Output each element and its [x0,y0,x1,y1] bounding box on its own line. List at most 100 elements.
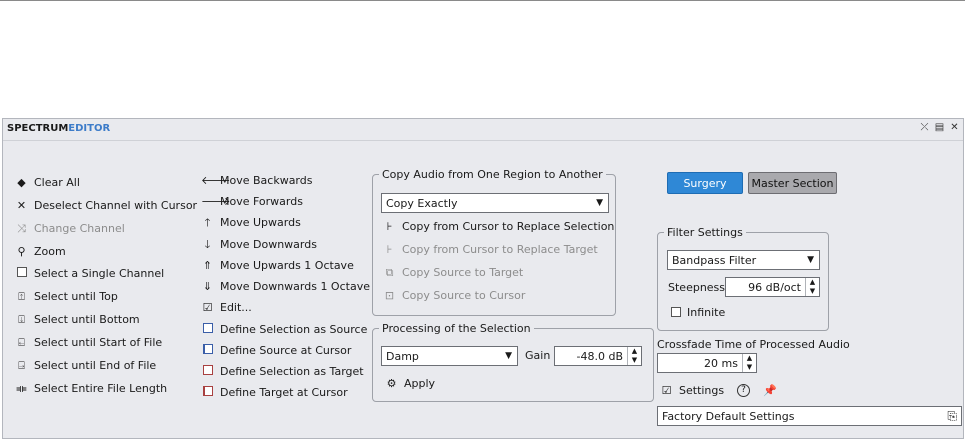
preset-menu-icon[interactable]: ⎘ [947,409,957,424]
collapse-icon[interactable]: ⤫ [919,122,930,133]
infinite-checkbox[interactable]: Infinite [671,304,725,320]
processing-mode-select[interactable]: Damp ▼ [381,346,518,366]
select-all-icon: ⟚ [16,381,27,395]
panel-titlebar: SPECTRUMEDITOR ⤫ ▤ ✕ [3,119,963,141]
copy-cursor-replace-target-label: Copy from Cursor to Replace Target [402,242,598,256]
select-start-icon: ⍇ [18,335,25,349]
settings-check-icon: ☑ [661,383,672,397]
move-forwards-label: Move Forwards [220,194,303,208]
define-selection-source-button[interactable]: Define Selection as Source [201,321,367,337]
apply-button[interactable]: ⚙ Apply [385,375,436,391]
filter-type-value: Bandpass Filter [672,253,757,267]
select-until-top-button[interactable]: ⍐ Select until Top [15,288,118,304]
window-controls: ⤫ ▤ ✕ [919,122,960,133]
move-upwards-octave-button[interactable]: ⇑ Move Upwards 1 Octave [201,257,354,273]
arrow-up-icon: 🡑 [204,215,211,229]
define-target-cursor-label: Define Target at Cursor [220,385,348,399]
master-section-button[interactable]: Master Section [748,172,837,194]
clear-all-label: Clear All [34,175,80,189]
select-entire-file-button[interactable]: ⟚ Select Entire File Length [15,380,167,396]
move-downwards-octave-button[interactable]: ⇓ Move Downwards 1 Octave [201,278,370,294]
gain-stepper-icon[interactable]: ▲ ▼ [627,347,641,365]
select-bottom-icon: ⍗ [18,312,25,326]
surgery-button[interactable]: Surgery [667,172,743,194]
move-downwards-label: Move Downwards [220,237,317,251]
copy-replace-selection-icon: ⊦ [386,219,393,233]
steepness-input[interactable]: 96 dB/oct ▲ ▼ [725,277,820,297]
define-target-cursor-button[interactable]: Define Target at Cursor [201,384,348,400]
copy-audio-legend: Copy Audio from One Region to Another [382,168,603,181]
select-entire-file-label: Select Entire File Length [34,381,168,395]
change-channel-button[interactable]: ⤨ Change Channel [15,220,125,236]
select-until-start-button[interactable]: ⍇ Select until Start of File [15,334,162,350]
define-source-cursor-button[interactable]: Define Source at Cursor [201,342,351,358]
define-selection-target-button[interactable]: Define Selection as Target [201,363,364,379]
pin-button[interactable]: 📌 [763,382,777,398]
copy-source-target-label: Copy Source to Target [402,265,524,279]
define-selection-target-label: Define Selection as Target [220,364,364,378]
select-until-bottom-button[interactable]: ⍗ Select until Bottom [15,311,139,327]
move-backwards-button[interactable]: 🡐 Move Backwards [201,172,312,188]
processing-legend: Processing of the Selection [382,322,531,335]
select-end-icon: ⍈ [18,358,25,372]
chevron-down-icon: ▼ [596,198,603,208]
square-icon [15,266,28,280]
copy-mode-select[interactable]: Copy Exactly ▼ [381,193,609,213]
steepness-label: Steepness [668,281,726,294]
select-until-top-label: Select until Top [34,289,118,303]
title-part-spectrum: SPECTRUM [7,123,69,134]
select-until-start-label: Select until Start of File [34,335,163,349]
crossfade-stepper-icon[interactable]: ▲ ▼ [742,354,756,372]
settings-label: Settings [679,383,725,397]
pin-icon: 📌 [763,383,777,397]
select-until-end-button[interactable]: ⍈ Select until End of File [15,357,156,373]
move-forwards-button[interactable]: 🡒 Move Forwards [201,193,303,209]
edit-label: Edit... [220,300,252,314]
move-upwards-button[interactable]: 🡑 Move Upwards [201,214,301,230]
preset-field[interactable]: Factory Default Settings ⎘ [657,406,962,426]
copy-source-cursor-button[interactable]: ⊡ Copy Source to Cursor [383,287,525,303]
clear-all-button[interactable]: ◆ Clear All [15,174,80,190]
source-selection-icon [201,322,214,336]
zoom-label: Zoom [34,244,66,258]
copy-source-target-button[interactable]: ⧉ Copy Source to Target [383,264,524,280]
filter-type-select[interactable]: Bandpass Filter ▼ [667,250,820,270]
select-single-channel-label: Select a Single Channel [34,266,165,280]
chevron-down-icon: ▼ [505,351,512,361]
settings-button[interactable]: ☑ Settings [660,382,725,398]
apply-label: Apply [404,376,436,390]
copy-source-target-icon: ⧉ [385,265,394,279]
move-downwards-button[interactable]: 🡓 Move Downwards [201,236,317,252]
source-cursor-icon [201,343,214,357]
edit-button[interactable]: ☑ Edit... [201,299,252,315]
crossfade-input[interactable]: 20 ms ▲ ▼ [657,353,757,373]
steepness-value: 96 dB/oct [748,280,801,294]
deselect-channel-button[interactable]: ✕ Deselect Channel with Cursor [15,197,197,213]
checkbox-icon[interactable] [671,307,681,317]
crossfade-value: 20 ms [704,356,738,370]
menu-icon[interactable]: ▤ [934,122,945,133]
crossfade-label: Crossfade Time of Processed Audio [657,338,850,351]
define-source-cursor-label: Define Source at Cursor [220,343,352,357]
gain-input[interactable]: -48.0 dB ▲ ▼ [554,346,642,366]
panel-title: SPECTRUMEDITOR [7,123,110,134]
processing-mode-value: Damp [386,349,419,363]
arrow-down-icon: 🡓 [204,237,211,251]
filter-settings-legend: Filter Settings [667,226,743,239]
copy-replace-target-icon: ⊦ [386,242,393,256]
zoom-button[interactable]: ⚲ Zoom [15,243,66,259]
title-part-editor: EDITOR [68,123,111,134]
copy-cursor-replace-target-button[interactable]: ⊦ Copy from Cursor to Replace Target [383,241,598,257]
octave-up-icon: ⇑ [202,258,213,272]
copy-cursor-replace-selection-button[interactable]: ⊦ Copy from Cursor to Replace Selection [383,218,615,234]
gears-icon: ⚙ [386,376,397,390]
select-top-icon: ⍐ [18,289,25,303]
help-button[interactable]: ? [737,382,750,398]
close-icon[interactable]: ✕ [949,122,960,133]
select-single-channel-button[interactable]: Select a Single Channel [15,265,164,281]
copy-source-cursor-label: Copy Source to Cursor [402,288,526,302]
steepness-stepper-icon[interactable]: ▲ ▼ [805,278,819,296]
chevron-down-icon: ▼ [807,255,814,265]
target-selection-icon [201,364,214,378]
gain-value: -48.0 dB [576,349,624,363]
